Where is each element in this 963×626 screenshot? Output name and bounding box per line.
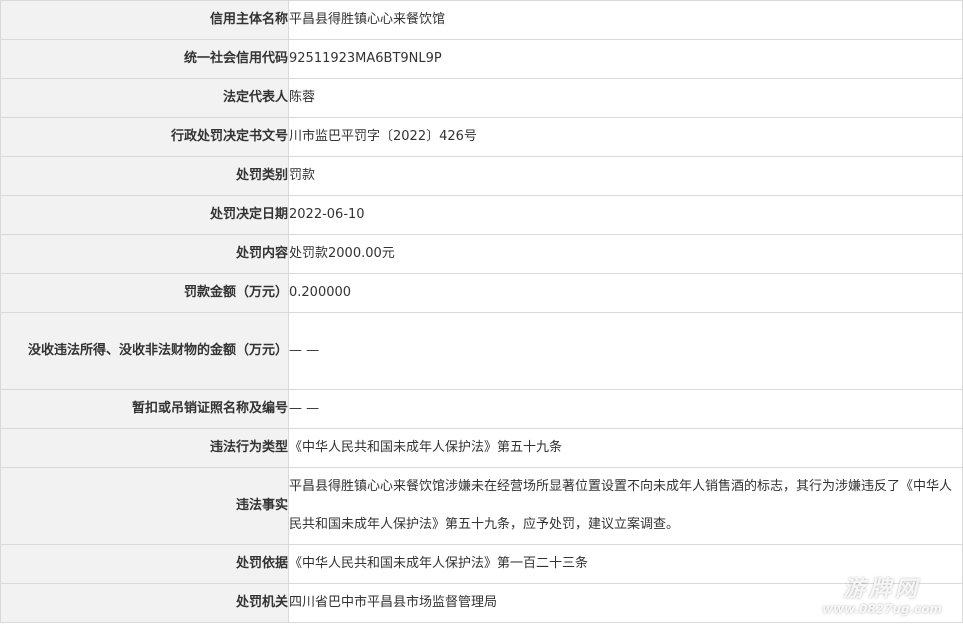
- row-value: 平昌县得胜镇心心来餐饮馆涉嫌未在经营场所显著位置设置不向未成年人销售酒的标志，其…: [288, 467, 963, 545]
- table-row: 信用主体名称 平昌县得胜镇心心来餐饮馆: [0, 0, 963, 40]
- table-row: 处罚决定日期 2022-06-10: [0, 195, 963, 235]
- table-row: 处罚内容 处罚款2000.00元: [0, 234, 963, 274]
- row-value: 《中华人民共和国未成年人保护法》第一百二十三条: [288, 544, 963, 584]
- row-value: — —: [288, 312, 963, 390]
- row-value: — —: [288, 389, 963, 429]
- row-value: 《中华人民共和国未成年人保护法》第五十九条: [288, 428, 963, 468]
- table-row: 罚款金额（万元） 0.200000: [0, 273, 963, 313]
- table-row: 处罚类别 罚款: [0, 156, 963, 196]
- row-label: 罚款金额（万元）: [0, 273, 289, 313]
- table-row: 违法行为类型 《中华人民共和国未成年人保护法》第五十九条: [0, 428, 963, 468]
- row-label: 处罚机关: [0, 583, 289, 623]
- row-label: 信用主体名称: [0, 0, 289, 40]
- row-label: 法定代表人: [0, 78, 289, 118]
- row-value: 四川省巴中市平昌县市场监督管理局: [288, 583, 963, 623]
- row-label: 处罚决定日期: [0, 195, 289, 235]
- table-row: 暂扣或吊销证照名称及编号 — —: [0, 389, 963, 429]
- row-label: 没收违法所得、没收非法财物的金额（万元）: [0, 312, 289, 390]
- table-row: 法定代表人 陈蓉: [0, 78, 963, 118]
- table-row: 处罚依据 《中华人民共和国未成年人保护法》第一百二十三条: [0, 544, 963, 584]
- table-row: 行政处罚决定书文号 川市监巴平罚字〔2022〕426号: [0, 117, 963, 157]
- row-value: 川市监巴平罚字〔2022〕426号: [288, 117, 963, 157]
- row-label: 违法行为类型: [0, 428, 289, 468]
- table-row: 没收违法所得、没收非法财物的金额（万元） — —: [0, 312, 963, 390]
- row-label: 行政处罚决定书文号: [0, 117, 289, 157]
- row-value: 92511923MA6BT9NL9P: [288, 39, 963, 79]
- table-row: 处罚机关 四川省巴中市平昌县市场监督管理局: [0, 583, 963, 623]
- row-value: 处罚款2000.00元: [288, 234, 963, 274]
- row-label: 处罚内容: [0, 234, 289, 274]
- row-value: 罚款: [288, 156, 963, 196]
- row-label: 统一社会信用代码: [0, 39, 289, 79]
- table-row: 统一社会信用代码 92511923MA6BT9NL9P: [0, 39, 963, 79]
- table-row: 违法事实 平昌县得胜镇心心来餐饮馆涉嫌未在经营场所显著位置设置不向未成年人销售酒…: [0, 467, 963, 545]
- row-label: 违法事实: [0, 467, 289, 545]
- row-label: 处罚类别: [0, 156, 289, 196]
- row-label: 处罚依据: [0, 544, 289, 584]
- row-label: 暂扣或吊销证照名称及编号: [0, 389, 289, 429]
- row-value: 陈蓉: [288, 78, 963, 118]
- penalty-info-table: 信用主体名称 平昌县得胜镇心心来餐饮馆 统一社会信用代码 92511923MA6…: [0, 0, 963, 623]
- row-value: 平昌县得胜镇心心来餐饮馆: [288, 0, 963, 40]
- row-value: 0.200000: [288, 273, 963, 313]
- row-value: 2022-06-10: [288, 195, 963, 235]
